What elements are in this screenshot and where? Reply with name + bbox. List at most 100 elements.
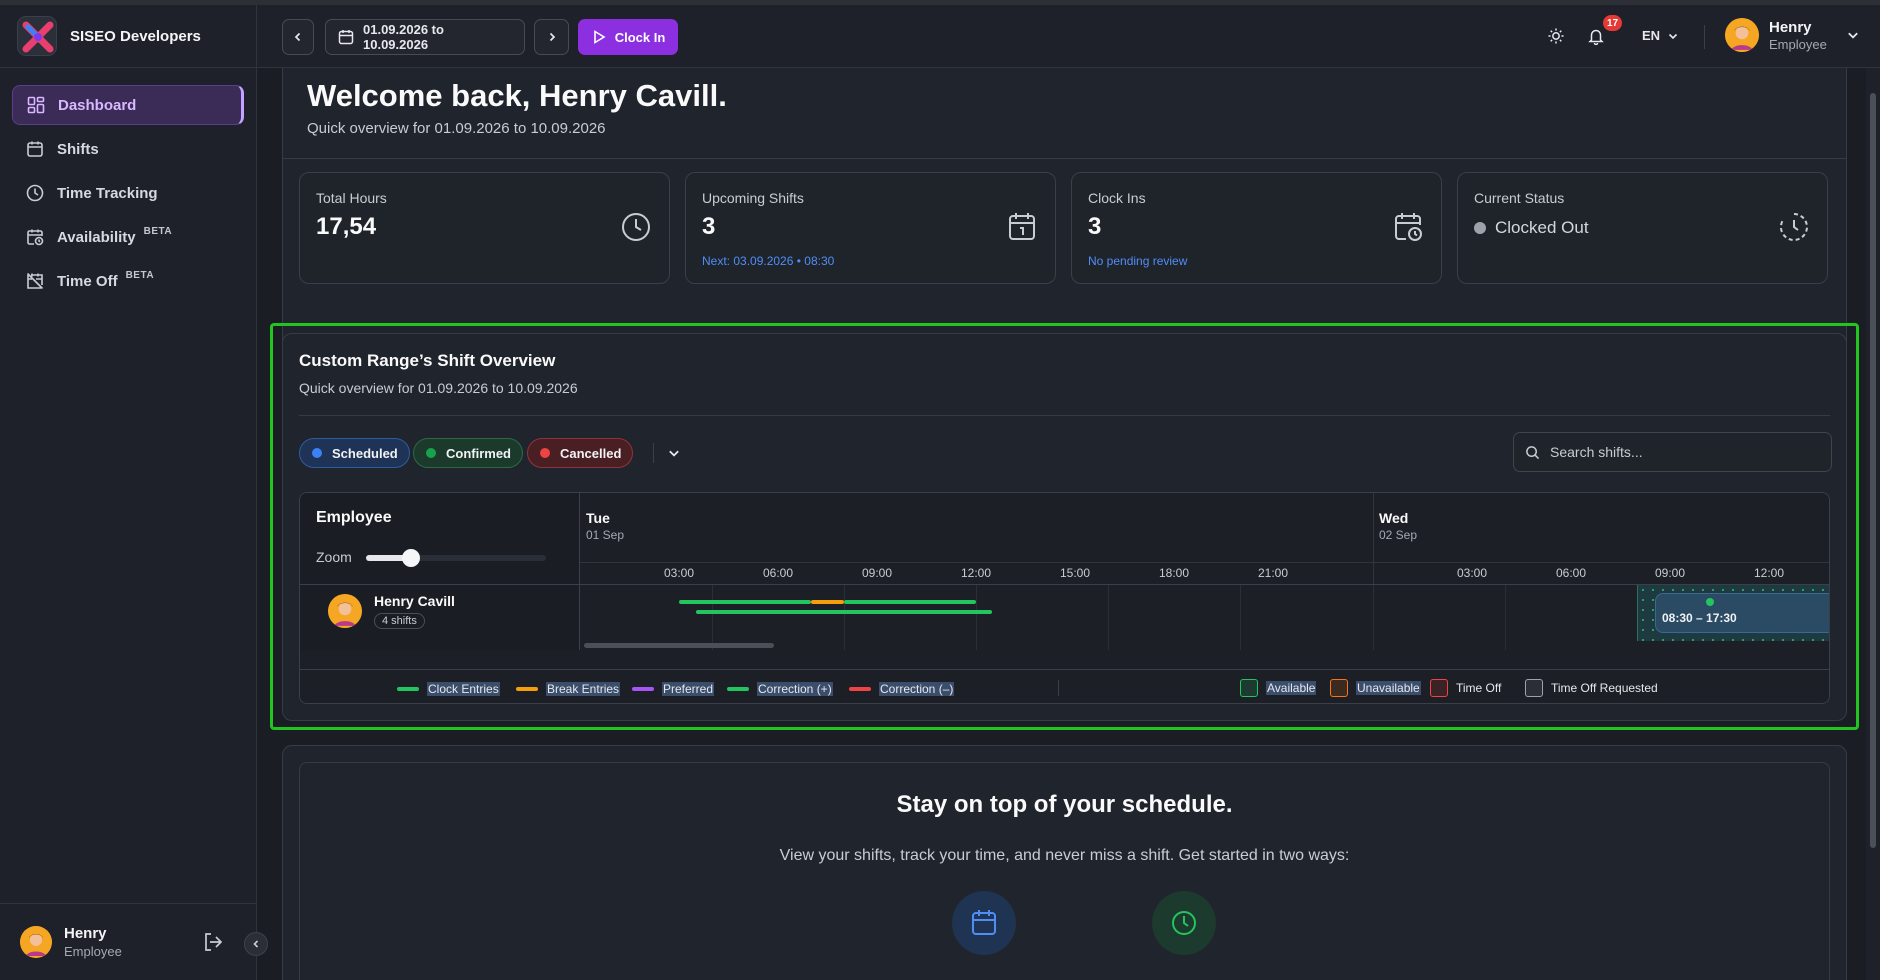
sidebar-item-dashboard[interactable]: Dashboard xyxy=(12,85,244,125)
stat-value: 17,54 xyxy=(316,213,377,240)
filter-label: Scheduled xyxy=(332,445,398,461)
hour-tick: 09:00 xyxy=(861,566,893,580)
legend-correction-plus: Correction (+) xyxy=(727,682,833,696)
date-range-picker[interactable]: 01.09.2026 to 10.09.2026 xyxy=(325,19,525,55)
hour-tick: 06:00 xyxy=(1555,566,1587,580)
filter-scheduled[interactable]: Scheduled xyxy=(299,438,410,468)
hour-tick: 12:00 xyxy=(1753,566,1785,580)
logout-icon[interactable] xyxy=(202,931,224,958)
next-range-button[interactable] xyxy=(534,19,569,55)
shift-overview-card: Custom Range’s Shift Overview Quick over… xyxy=(282,333,1847,721)
status-indicator: Clocked Out xyxy=(1474,218,1589,238)
view-shifts-option[interactable] xyxy=(952,891,1016,955)
zoom-slider[interactable] xyxy=(366,549,546,567)
chevron-down-icon xyxy=(1668,33,1678,39)
overview-subtitle: Quick overview for 01.09.2026 to 10.09.2… xyxy=(299,380,578,396)
stat-note: Next: 03.09.2026 • 08:30 xyxy=(702,254,835,268)
clock-entry-bar[interactable] xyxy=(844,600,976,604)
app-logo[interactable] xyxy=(17,16,57,56)
legend-unavailable: Unavailable xyxy=(1330,679,1421,697)
calendar-day-icon xyxy=(1006,211,1038,248)
grid-line xyxy=(976,585,977,650)
stat-card-upcoming-shifts: Upcoming Shifts 3 Next: 03.09.2026 • 08:… xyxy=(685,172,1056,284)
sidebar: SISEO Developers Dashboard Shifts Time T… xyxy=(0,5,268,980)
beta-badge: BETA xyxy=(125,269,155,281)
stat-card-current-status: Current Status Clocked Out xyxy=(1457,172,1828,284)
calendar-icon xyxy=(972,910,996,935)
break-entry-bar[interactable] xyxy=(811,600,844,604)
clock-icon xyxy=(620,211,652,248)
theme-toggle-icon[interactable] xyxy=(1547,27,1565,50)
day-date: 02 Sep xyxy=(1379,528,1418,542)
main-content: Welcome back, Henry Cavill. Quick overvi… xyxy=(257,68,1866,980)
user-menu[interactable]: Henry Employee xyxy=(1725,18,1859,52)
divider xyxy=(1058,680,1059,696)
chevron-down-icon[interactable] xyxy=(668,446,680,464)
filter-dot xyxy=(426,448,436,458)
search-box xyxy=(1513,432,1832,472)
sidebar-item-availability[interactable]: Availability BETA xyxy=(12,217,244,257)
sidebar-item-time-tracking[interactable]: Time Tracking xyxy=(12,173,244,213)
previous-range-button[interactable] xyxy=(282,19,314,55)
language-selector[interactable]: EN xyxy=(1642,28,1678,43)
bell-icon[interactable] xyxy=(1587,27,1605,50)
correction-bar[interactable] xyxy=(696,610,992,614)
hour-tick: 18:00 xyxy=(1158,566,1190,580)
overview-title: Custom Range’s Shift Overview xyxy=(299,351,556,370)
zoom-slider-thumb[interactable] xyxy=(402,549,420,567)
track-time-option[interactable] xyxy=(1152,891,1216,955)
filter-label: Confirmed xyxy=(446,445,511,461)
chevron-left-icon xyxy=(294,32,301,42)
shift-count-badge: 4 shifts xyxy=(374,613,425,629)
day-header-tue: Tue 01 Sep xyxy=(586,510,624,542)
stat-note: No pending review xyxy=(1088,254,1188,268)
legend-correction-minus: Correction (–) xyxy=(849,682,955,696)
search-icon xyxy=(1525,445,1540,460)
chevron-down-icon xyxy=(1847,29,1859,41)
legend-time-off: Time Off xyxy=(1430,679,1501,697)
page-scrollbar-thumb[interactable] xyxy=(1870,93,1876,848)
language-label: EN xyxy=(1642,28,1661,43)
clock-in-button[interactable]: Clock In xyxy=(578,19,678,55)
stat-label: Clock Ins xyxy=(1088,190,1146,206)
timeline-scrollbar[interactable] xyxy=(584,643,774,648)
stat-value: 3 xyxy=(1088,213,1102,240)
alarm-off-icon xyxy=(24,270,46,292)
sidebar-item-label: Availability xyxy=(57,228,136,246)
sidebar-item-label: Time Tracking xyxy=(57,184,158,202)
avatar[interactable] xyxy=(20,926,52,958)
employee-row-header[interactable]: Henry Cavill 4 shifts xyxy=(328,593,455,629)
legend-box xyxy=(1330,679,1348,697)
legend-label: Correction (+) xyxy=(757,682,833,696)
scheduled-shift[interactable]: 08:30 – 17:30 xyxy=(1655,593,1829,633)
filter-cancelled[interactable]: Cancelled xyxy=(527,438,634,468)
legend-swatch xyxy=(632,687,654,691)
divider xyxy=(300,584,1829,585)
avatar xyxy=(1725,18,1759,52)
legend-box xyxy=(1240,679,1258,697)
page-scrollbar[interactable] xyxy=(1866,68,1880,980)
filter-confirmed[interactable]: Confirmed xyxy=(413,438,523,468)
legend-box xyxy=(1430,679,1448,697)
clock-entry-bar[interactable] xyxy=(679,600,811,604)
play-icon xyxy=(591,29,607,45)
divider xyxy=(299,415,1830,416)
chevron-right-icon xyxy=(549,32,555,42)
avatar xyxy=(328,594,362,628)
calendar-clock-icon xyxy=(1392,211,1424,248)
page-title: Welcome back, Henry Cavill. xyxy=(307,78,727,113)
grid-line xyxy=(1505,585,1506,650)
legend-label: Unavailable xyxy=(1356,681,1421,695)
grid-line xyxy=(1108,585,1109,650)
sidebar-item-time-off[interactable]: Time Off BETA xyxy=(12,261,244,301)
legend-box xyxy=(1525,679,1543,697)
clock-icon xyxy=(24,182,46,204)
shift-timeline: Employee Zoom Henry Cavill 4 shifts Tue … xyxy=(299,492,1830,704)
sidebar-item-shifts[interactable]: Shifts xyxy=(12,129,244,169)
search-input[interactable] xyxy=(1550,444,1810,460)
timeline-area: Tue 01 Sep Wed 02 Sep 03:00 06:00 09:00 … xyxy=(580,493,1829,650)
legend-label: Available xyxy=(1266,681,1317,695)
grid-line xyxy=(712,585,713,650)
shift-time: 08:30 – 17:30 xyxy=(1662,611,1737,625)
legend-available: Available xyxy=(1240,679,1317,697)
